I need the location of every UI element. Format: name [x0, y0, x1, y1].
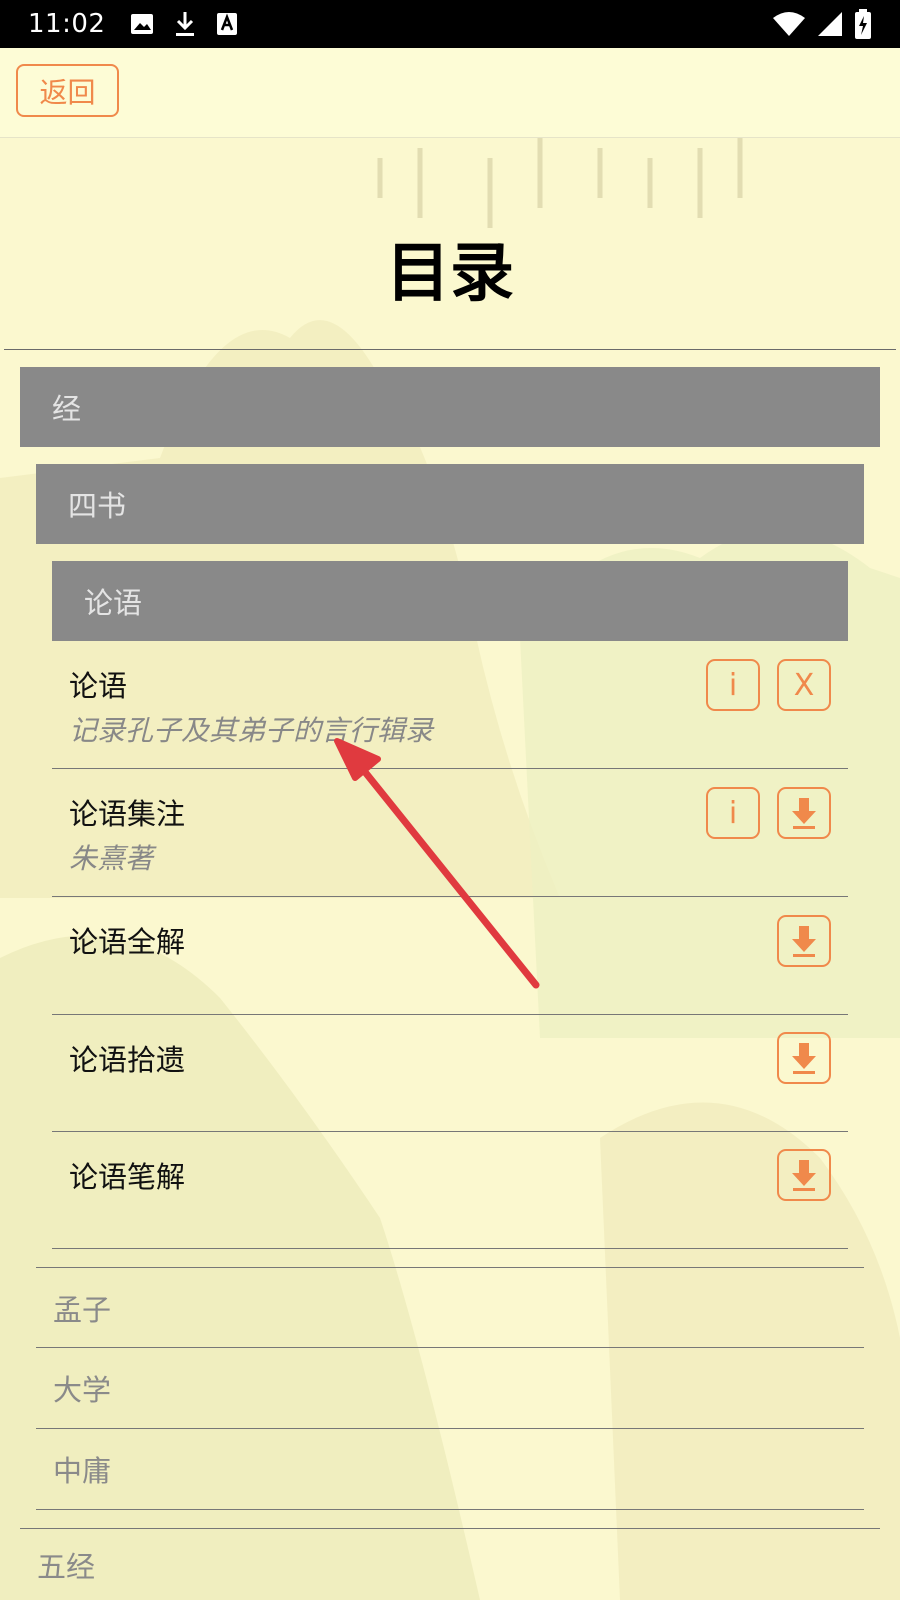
status-bar: 11:02 — [0, 0, 900, 48]
delete-button[interactable]: X — [777, 659, 831, 711]
book-title: 论语 — [69, 669, 128, 703]
download-button[interactable] — [777, 1032, 831, 1084]
book-row[interactable]: 论语全解 — [52, 897, 848, 1015]
info-button[interactable]: i — [706, 787, 760, 839]
status-notification-icons — [129, 10, 239, 38]
book-title: 论语笔解 — [69, 1160, 186, 1194]
category-sishu[interactable]: 四书 — [36, 464, 864, 544]
signal-icon — [818, 12, 842, 36]
back-button[interactable]: 返回 — [16, 64, 119, 117]
category-jing[interactable]: 经 — [20, 367, 880, 447]
book-title: 论语全解 — [69, 925, 186, 959]
download-button[interactable] — [777, 915, 831, 967]
download-arrow-icon — [792, 1160, 816, 1191]
download-arrow-icon — [792, 926, 816, 957]
book-title: 论语集注 — [69, 797, 186, 831]
book-row[interactable]: 论语笔解 — [52, 1132, 848, 1249]
download-arrow-icon — [792, 1043, 816, 1074]
category-zhongyong[interactable]: 中庸 — [36, 1429, 864, 1510]
category-daxue[interactable]: 大学 — [36, 1348, 864, 1429]
category-mengzi[interactable]: 孟子 — [36, 1267, 864, 1348]
book-row[interactable]: 论语集注 朱熹著 i — [52, 769, 848, 897]
book-row[interactable]: 论语 记录孔子及其弟子的言行辑录 i X — [52, 641, 848, 769]
status-system-icons — [772, 8, 872, 40]
book-title: 论语拾遗 — [69, 1043, 186, 1077]
a-font-icon — [217, 13, 238, 35]
wifi-icon — [773, 12, 805, 36]
download-button[interactable] — [777, 1149, 831, 1201]
image-icon — [131, 14, 154, 34]
download-button[interactable] — [777, 787, 831, 839]
battery-charging-icon — [855, 9, 871, 39]
info-button[interactable]: i — [706, 659, 760, 711]
download-arrow-icon — [792, 798, 816, 829]
book-subtitle: 记录孔子及其弟子的言行辑录 — [69, 714, 434, 747]
top-bar: 返回 — [0, 48, 900, 138]
book-subtitle: 朱熹著 — [69, 842, 154, 875]
download-icon — [176, 12, 195, 36]
title-divider — [4, 349, 896, 350]
book-row[interactable]: 论语拾遗 — [52, 1015, 848, 1132]
page-title: 目录 — [386, 237, 514, 311]
status-time: 11:02 — [28, 9, 106, 39]
category-wujing[interactable]: 五经 — [20, 1528, 880, 1600]
category-lunyu[interactable]: 论语 — [52, 561, 848, 641]
